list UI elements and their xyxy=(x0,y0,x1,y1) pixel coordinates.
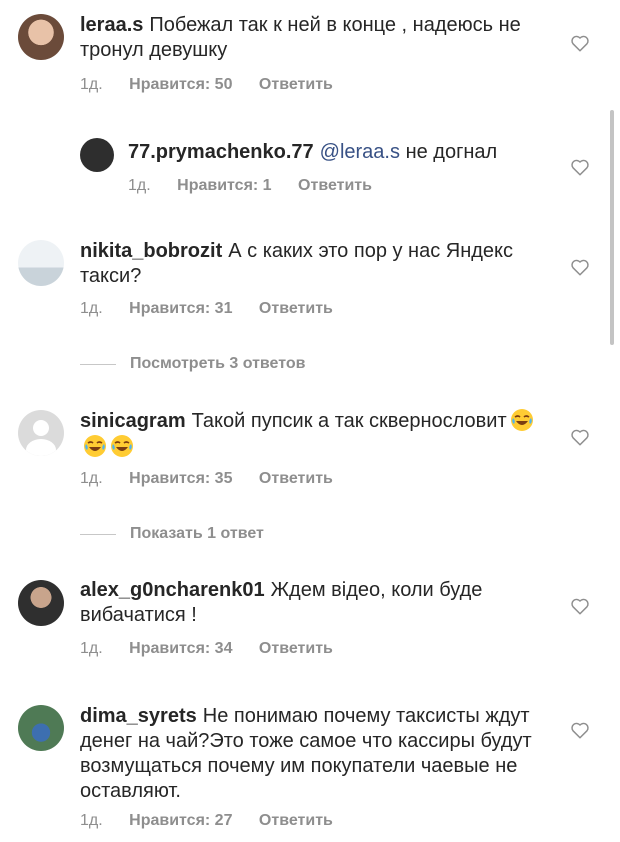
heart-outline-icon[interactable] xyxy=(570,721,590,739)
heart-outline-icon[interactable] xyxy=(570,34,590,52)
comment-time: 1д. xyxy=(80,812,103,829)
comment-username[interactable]: dima_syrets xyxy=(80,705,197,727)
comment-meta: 1д. Нравится: 1 Ответить xyxy=(128,177,394,195)
comment-likes[interactable]: Нравится: 35 xyxy=(129,470,232,488)
comment-username[interactable]: leraa.s xyxy=(80,14,143,36)
avatar[interactable] xyxy=(18,580,64,626)
reply-button[interactable]: Ответить xyxy=(259,812,333,830)
view-replies-button[interactable]: Посмотреть 3 ответов xyxy=(80,355,305,373)
scrollbar[interactable] xyxy=(610,110,614,345)
comment-text: alex_g0ncharenk01 Ждем відео, коли буде в… xyxy=(80,578,550,628)
default-avatar-icon xyxy=(26,420,56,456)
comment-likes[interactable]: Нравится: 34 xyxy=(129,640,232,658)
reply-button[interactable]: Ответить xyxy=(298,177,372,195)
reply-button[interactable]: Ответить xyxy=(259,640,333,658)
heart-outline-icon[interactable] xyxy=(570,597,590,615)
view-replies-button[interactable]: Показать 1 ответ xyxy=(80,525,264,543)
avatar[interactable] xyxy=(18,705,64,751)
comment-time: 1д. xyxy=(80,300,103,317)
comment-time: 1д. xyxy=(128,177,151,194)
comment-meta: 1д. Нравится: 27 Ответить xyxy=(80,812,355,830)
comment-meta: 1д. Нравится: 31 Ответить xyxy=(80,300,355,318)
comment-time: 1д. xyxy=(80,76,103,93)
heart-outline-icon[interactable] xyxy=(570,158,590,176)
comment-meta: 1д. Нравится: 50 Ответить xyxy=(80,76,355,94)
comment-text: dima_syrets Не понимаю почему таксисты жд… xyxy=(80,704,550,804)
comment-text: 77.prymachenko.77 @leraa.s не догнал xyxy=(128,140,550,165)
divider-line xyxy=(80,363,116,365)
comment-likes[interactable]: Нравится: 1 xyxy=(177,177,271,195)
comment-text: nikita_bobrozit А с каких это пор у нас Я… xyxy=(80,239,550,289)
comment-time: 1д. xyxy=(80,470,103,487)
comment-likes[interactable]: Нравится: 31 xyxy=(129,300,232,318)
comment-time: 1д. xyxy=(80,640,103,657)
comment-meta: 1д. Нравится: 35 Ответить xyxy=(80,470,355,488)
avatar[interactable] xyxy=(80,138,114,172)
comment-body: Побежал так к ней в конце , надеюсь не т… xyxy=(80,14,521,61)
reply-button[interactable]: Ответить xyxy=(259,300,333,318)
comment-body: не догнал xyxy=(405,141,498,163)
comment-likes[interactable]: Нравится: 27 xyxy=(129,812,232,830)
comment-username[interactable]: alex_g0ncharenk01 xyxy=(80,579,265,601)
face-with-tears-of-joy-icon xyxy=(111,435,133,457)
comment-body: Такой пупсик а так сквернословит xyxy=(191,410,507,432)
avatar[interactable] xyxy=(18,410,64,456)
face-with-tears-of-joy-icon xyxy=(84,435,106,457)
comment-likes[interactable]: Нравится: 50 xyxy=(129,76,232,94)
reply-button[interactable]: Ответить xyxy=(259,76,333,94)
comment-meta: 1д. Нравится: 34 Ответить xyxy=(80,640,355,658)
comment-username[interactable]: 77.prymachenko.77 xyxy=(128,141,314,163)
comment-text: sinicagram Такой пупсик а так сквернослов… xyxy=(80,408,550,460)
comment-text: leraa.s Побежал так к ней в конце , надею… xyxy=(80,13,550,63)
comment-username[interactable]: sinicagram xyxy=(80,410,186,432)
comment-username[interactable]: nikita_bobrozit xyxy=(80,240,222,262)
reply-button[interactable]: Ответить xyxy=(259,470,333,488)
heart-outline-icon[interactable] xyxy=(570,258,590,276)
view-replies-label[interactable]: Посмотреть 3 ответов xyxy=(130,355,305,373)
face-with-tears-of-joy-icon xyxy=(510,409,533,431)
view-replies-label[interactable]: Показать 1 ответ xyxy=(130,525,264,543)
heart-outline-icon[interactable] xyxy=(570,428,590,446)
avatar[interactable] xyxy=(18,240,64,286)
divider-line xyxy=(80,533,116,535)
avatar[interactable] xyxy=(18,14,64,60)
mention-link[interactable]: @leraa.s xyxy=(320,141,400,163)
